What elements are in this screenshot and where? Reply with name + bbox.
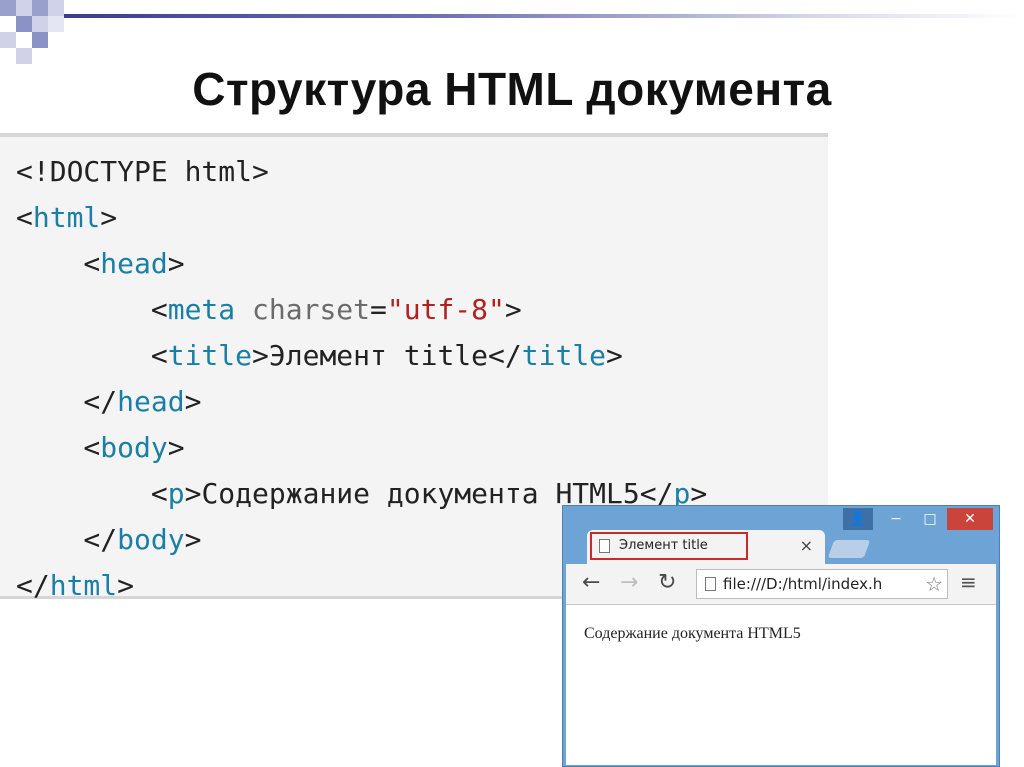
window-controls: 👤 − □ ✕ xyxy=(843,508,993,532)
code-token: < xyxy=(16,201,33,234)
code-line: <html> xyxy=(16,195,707,241)
code-token: </ xyxy=(16,523,118,556)
forward-arrow-icon[interactable]: → xyxy=(620,570,638,595)
page-icon xyxy=(599,539,610,553)
code-token: </ xyxy=(488,339,522,372)
code-line: <head> xyxy=(16,241,707,287)
minimize-button[interactable]: − xyxy=(879,508,913,530)
reload-icon[interactable]: ↻ xyxy=(658,570,676,595)
slide-title: Структура HTML документа xyxy=(192,63,832,115)
user-icon[interactable]: 👤 xyxy=(843,508,873,530)
bookmark-star-icon[interactable]: ☆ xyxy=(925,572,943,596)
decor-square xyxy=(0,0,16,16)
code-token: body xyxy=(117,523,185,556)
code-token: > xyxy=(167,247,185,280)
code-token: body xyxy=(100,431,168,464)
decor-square xyxy=(16,16,32,32)
code-token: title xyxy=(521,339,607,372)
browser-tab[interactable]: Элемент title × xyxy=(587,530,825,564)
code-token: "utf-8" xyxy=(386,293,505,326)
decor-square xyxy=(32,16,48,32)
code-token: = xyxy=(370,293,387,326)
decor-square xyxy=(0,32,16,48)
code-token: <!DOCTYPE html> xyxy=(16,155,269,188)
decor-square xyxy=(32,32,48,48)
code-token: meta xyxy=(167,293,236,326)
decor-square xyxy=(48,16,64,32)
code-token: > xyxy=(504,293,522,326)
file-icon xyxy=(705,577,716,591)
code-token: > xyxy=(100,201,118,234)
code-token: Элемент title xyxy=(268,339,489,372)
code-token: < xyxy=(16,247,101,280)
tab-title: Элемент title xyxy=(619,538,708,553)
code-token: head xyxy=(100,247,168,280)
code-token: > xyxy=(252,339,269,372)
maximize-button[interactable]: □ xyxy=(913,508,947,530)
menu-icon[interactable]: ≡ xyxy=(960,570,977,594)
back-arrow-icon[interactable]: ← xyxy=(582,570,600,595)
decor-square xyxy=(32,0,48,16)
code-token: head xyxy=(117,385,185,418)
code-line: <title>Элемент title</title> xyxy=(16,333,707,379)
code-token: < xyxy=(16,293,168,326)
decor-square xyxy=(16,0,32,16)
code-token: charset xyxy=(235,293,371,326)
code-token: > xyxy=(184,523,202,556)
page-paragraph: Содержание документа HTML5 xyxy=(584,625,801,642)
address-bar[interactable]: file:///D:/html/index.h ☆ xyxy=(696,569,948,599)
code-line: <body> xyxy=(16,425,707,471)
code-token: > xyxy=(167,431,185,464)
title-rule xyxy=(64,14,1024,18)
decor-square xyxy=(48,0,64,16)
browser-window: 👤 − □ ✕ Элемент title × ← → ↻ file:///D:… xyxy=(562,505,1000,767)
code-token: </ xyxy=(16,569,50,602)
code-line: <meta charset="utf-8"> xyxy=(16,287,707,333)
code-line: <!DOCTYPE html> xyxy=(16,149,707,195)
code-token: > xyxy=(184,385,202,418)
page-content: Содержание документа HTML5 xyxy=(566,605,996,765)
code-token: p xyxy=(167,477,185,510)
code-token: title xyxy=(167,339,253,372)
code-token: > xyxy=(606,339,623,372)
code-token: < xyxy=(16,477,168,510)
address-text: file:///D:/html/index.h xyxy=(723,575,883,593)
code-line: </head> xyxy=(16,379,707,425)
code-token: < xyxy=(16,339,168,372)
code-token: html xyxy=(49,569,118,602)
code-token: > xyxy=(117,569,135,602)
code-token: </ xyxy=(16,385,118,418)
new-tab-button[interactable] xyxy=(827,540,871,558)
code-token: html xyxy=(32,201,101,234)
code-token: < xyxy=(16,431,101,464)
tab-close-icon[interactable]: × xyxy=(800,536,813,555)
browser-toolbar: ← → ↻ file:///D:/html/index.h ☆ ≡ xyxy=(566,564,996,605)
close-window-button[interactable]: ✕ xyxy=(947,508,993,530)
code-token: > xyxy=(184,477,202,510)
